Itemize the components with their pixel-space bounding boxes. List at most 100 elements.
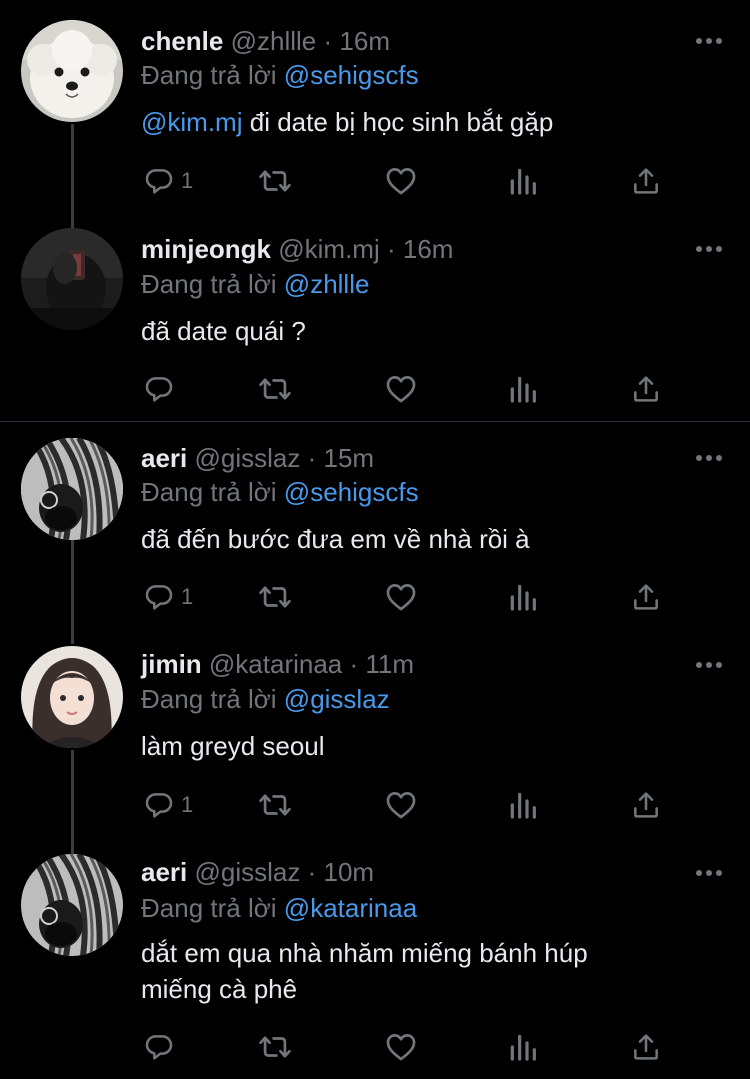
- retweet-icon: [258, 372, 292, 406]
- replying-prefix: Đang trả lời: [141, 684, 277, 714]
- action-bar: 1: [141, 163, 681, 199]
- replying-to-link[interactable]: @gisslaz: [284, 684, 390, 714]
- mention-link[interactable]: @kim.mj: [141, 107, 243, 137]
- analytics-button[interactable]: [507, 579, 539, 615]
- reply-button[interactable]: [143, 1029, 175, 1065]
- display-name[interactable]: aeri: [141, 857, 187, 887]
- share-button[interactable]: [630, 163, 662, 199]
- timestamp[interactable]: 15m: [324, 443, 375, 473]
- avatar[interactable]: [21, 438, 123, 540]
- tweet-text: đã date quái ?: [141, 313, 701, 349]
- avatar[interactable]: [21, 646, 123, 748]
- display-name[interactable]: chenle: [141, 26, 223, 56]
- replying-to: Đang trả lời @katarinaa: [141, 893, 417, 923]
- tweet-text-content: đã date quái ?: [141, 316, 306, 346]
- reply-icon: [143, 373, 175, 405]
- retweet-button[interactable]: [258, 371, 292, 407]
- analytics-icon: [507, 581, 539, 613]
- analytics-icon: [507, 1031, 539, 1063]
- timestamp[interactable]: 16m: [339, 26, 390, 56]
- retweet-icon: [258, 1030, 292, 1064]
- user-handle[interactable]: @gisslaz: [195, 857, 301, 887]
- more-icon[interactable]: [694, 658, 724, 672]
- action-bar: [141, 371, 681, 407]
- user-handle[interactable]: @katarinaa: [209, 649, 342, 679]
- like-button[interactable]: [384, 787, 418, 823]
- tweet[interactable]: jimin @katarinaa · 11m Đang trả lời @gis…: [0, 630, 750, 840]
- separator-dot: ·: [349, 649, 359, 679]
- more-icon[interactable]: [694, 451, 724, 465]
- timestamp[interactable]: 16m: [403, 234, 454, 264]
- avatar[interactable]: [21, 228, 123, 330]
- retweet-icon: [258, 164, 292, 198]
- reply-button[interactable]: 1: [143, 163, 193, 199]
- reply-button[interactable]: 1: [143, 579, 193, 615]
- retweet-icon: [258, 788, 292, 822]
- retweet-button[interactable]: [258, 1029, 292, 1065]
- share-button[interactable]: [630, 1029, 662, 1065]
- like-button[interactable]: [384, 579, 418, 615]
- replying-prefix: Đang trả lời: [141, 477, 277, 507]
- reply-button[interactable]: [143, 371, 175, 407]
- timestamp[interactable]: 10m: [324, 857, 375, 887]
- analytics-button[interactable]: [507, 371, 539, 407]
- analytics-icon: [507, 789, 539, 821]
- avatar[interactable]: [21, 20, 123, 122]
- like-icon: [384, 1030, 418, 1064]
- user-handle[interactable]: @gisslaz: [195, 443, 301, 473]
- share-icon: [630, 789, 662, 821]
- like-button[interactable]: [384, 163, 418, 199]
- user-handle[interactable]: @zhllle: [231, 26, 317, 56]
- action-bar: 1: [141, 787, 681, 823]
- action-bar: 1: [141, 579, 681, 615]
- display-name[interactable]: jimin: [141, 649, 202, 679]
- replying-prefix: Đang trả lời: [141, 893, 277, 923]
- tweet-text-content: làm greyd seoul: [141, 731, 325, 761]
- share-button[interactable]: [630, 787, 662, 823]
- avatar[interactable]: [21, 854, 123, 956]
- tweet-text-content: đã đến bước đưa em về nhà rồi à: [141, 524, 530, 554]
- tweet-text: làm greyd seoul: [141, 728, 701, 764]
- more-icon[interactable]: [694, 866, 724, 880]
- more-icon[interactable]: [694, 34, 724, 48]
- replying-to-link[interactable]: @sehigscfs: [284, 60, 419, 90]
- replying-to-link[interactable]: @sehigscfs: [284, 477, 419, 507]
- reply-icon: [143, 1031, 175, 1063]
- tweet-header: minjeongk @kim.mj · 16m: [141, 234, 453, 264]
- tweet[interactable]: minjeongk @kim.mj · 16m Đang trả lời @zh…: [0, 210, 750, 420]
- replying-to: Đang trả lời @zhllle: [141, 269, 369, 299]
- tweet-text-line: dắt em qua nhà nhăm miếng bánh húp: [141, 938, 588, 968]
- retweet-button[interactable]: [258, 579, 292, 615]
- analytics-button[interactable]: [507, 163, 539, 199]
- user-handle[interactable]: @kim.mj: [278, 234, 380, 264]
- like-button[interactable]: [384, 1029, 418, 1065]
- tweet[interactable]: chenle @zhllle · 16m Đang trả lời @sehig…: [0, 0, 750, 210]
- retweet-icon: [258, 580, 292, 614]
- like-icon: [384, 580, 418, 614]
- more-icon[interactable]: [694, 242, 724, 256]
- action-bar: [141, 1029, 681, 1065]
- separator-dot: ·: [386, 234, 396, 264]
- replying-to-link[interactable]: @zhllle: [284, 269, 370, 299]
- tweet[interactable]: aeri @gisslaz · 15m Đang trả lời @sehigs…: [0, 422, 750, 630]
- timestamp[interactable]: 11m: [365, 649, 414, 679]
- tweet-header: aeri @gisslaz · 10m: [141, 857, 374, 887]
- retweet-button[interactable]: [258, 163, 292, 199]
- replying-to-link[interactable]: @katarinaa: [284, 893, 417, 923]
- reply-count: 1: [181, 584, 194, 609]
- tweet-text-content: đi date bị học sinh bắt gặp: [249, 107, 554, 137]
- reply-button[interactable]: 1: [143, 787, 193, 823]
- display-name[interactable]: aeri: [141, 443, 187, 473]
- display-name[interactable]: minjeongk: [141, 234, 271, 264]
- retweet-button[interactable]: [258, 787, 292, 823]
- share-button[interactable]: [630, 579, 662, 615]
- analytics-button[interactable]: [507, 787, 539, 823]
- share-button[interactable]: [630, 371, 662, 407]
- separator-dot: ·: [307, 857, 317, 887]
- tweet-text: đã đến bước đưa em về nhà rồi à: [141, 521, 701, 557]
- like-button[interactable]: [384, 371, 418, 407]
- analytics-icon: [507, 165, 539, 197]
- tweet[interactable]: aeri @gisslaz · 10m Đang trả lời @katari…: [0, 840, 750, 1079]
- share-icon: [630, 581, 662, 613]
- analytics-button[interactable]: [507, 1029, 539, 1065]
